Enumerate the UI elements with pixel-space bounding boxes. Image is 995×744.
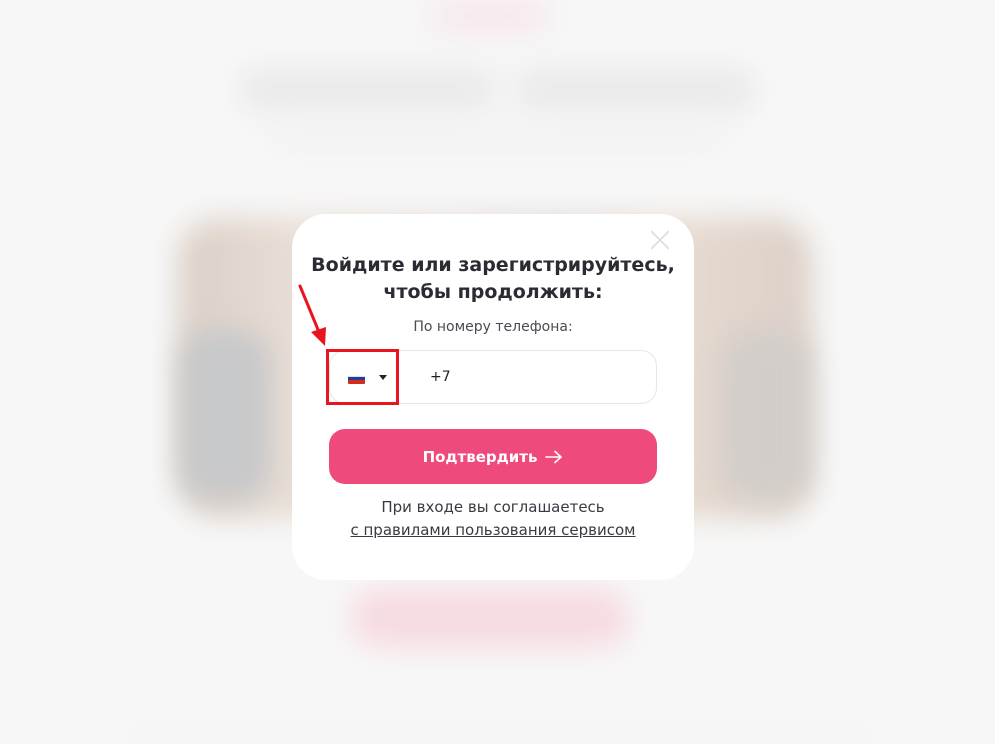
terms-link[interactable]: с правилами пользования сервисом <box>292 521 694 539</box>
modal-title: Войдите или зарегистрируйтесь, чтобы про… <box>292 252 694 306</box>
country-code-select[interactable] <box>330 351 400 403</box>
russia-flag-icon <box>348 373 365 384</box>
confirm-button[interactable]: Подтвердить <box>329 429 657 484</box>
login-modal: Войдите или зарегистрируйтесь, чтобы про… <box>292 214 694 580</box>
close-icon[interactable] <box>648 228 672 252</box>
phone-field <box>329 350 657 404</box>
arrow-right-icon <box>545 450 563 463</box>
modal-title-line: Войдите или зарегистрируйтесь, <box>311 254 675 276</box>
modal-title-line: чтобы продолжить: <box>383 281 603 303</box>
phone-input[interactable] <box>430 351 650 403</box>
phone-label: По номеру телефона: <box>413 319 573 335</box>
terms-text: При входе вы соглашаетесь <box>381 498 605 516</box>
confirm-button-label: Подтвердить <box>422 447 538 466</box>
chevron-down-icon <box>379 375 387 380</box>
